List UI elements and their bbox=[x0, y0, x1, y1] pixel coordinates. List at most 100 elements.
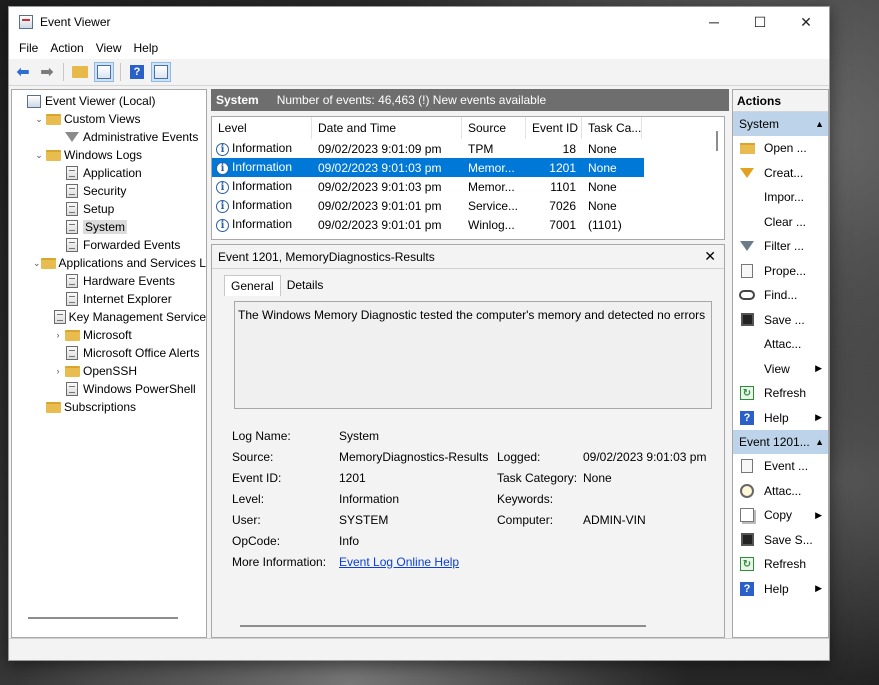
action-label: Help bbox=[764, 581, 789, 596]
action-item[interactable]: Find... bbox=[733, 283, 828, 308]
tree-item[interactable]: ⌄ Applications and Services Lo bbox=[12, 254, 206, 272]
tree-item-label: Forwarded Events bbox=[83, 238, 181, 252]
action-item[interactable]: ↻ Refresh bbox=[733, 381, 828, 406]
log-name-label: Log Name: bbox=[232, 428, 291, 443]
help-icon[interactable]: ? bbox=[127, 62, 147, 82]
table-row[interactable]: i Information 09/02/2023 9:01:01 pm Winlog.… bbox=[212, 215, 724, 234]
action-item[interactable]: Filter ... bbox=[733, 234, 828, 259]
column-header-level[interactable]: Level bbox=[212, 117, 312, 139]
tree-item[interactable]: Administrative Events bbox=[12, 128, 206, 146]
action-label: Help bbox=[764, 410, 789, 425]
action-item[interactable]: Save ... bbox=[733, 308, 828, 333]
tree-item[interactable]: Forwarded Events bbox=[12, 236, 206, 254]
table-row[interactable]: i Information 09/02/2023 9:01:03 pm Memor..… bbox=[212, 177, 724, 196]
maximize-button[interactable]: ☐ bbox=[737, 7, 783, 37]
actions-section-event[interactable]: Event 1201... ▲ bbox=[733, 430, 828, 454]
tree-item-label: Subscriptions bbox=[64, 400, 137, 414]
vertical-scrollbar[interactable] bbox=[716, 131, 718, 151]
tree-item[interactable]: Hardware Events bbox=[12, 272, 206, 290]
table-row[interactable]: i Information 09/02/2023 9:01:01 pm Service… bbox=[212, 196, 724, 215]
collapse-arrow-icon[interactable]: ▲ bbox=[815, 430, 824, 454]
tree-item[interactable]: Application bbox=[12, 164, 206, 182]
table-row[interactable]: i Information 09/02/2023 9:01:09 pm TPM 18 No… bbox=[212, 139, 724, 158]
tree-item-label: Microsoft Office Alerts bbox=[83, 346, 200, 360]
tree-item[interactable]: › Microsoft bbox=[12, 326, 206, 344]
show-hide-action-pane-icon[interactable] bbox=[151, 62, 171, 82]
back-arrow-icon[interactable]: ⬅ bbox=[13, 62, 33, 82]
action-item[interactable]: Prope... bbox=[733, 259, 828, 284]
column-header-source[interactable]: Source bbox=[462, 117, 526, 139]
prop-row: More Information: Event Log Online Help bbox=[232, 551, 713, 572]
expand-chevron-icon[interactable]: › bbox=[52, 330, 64, 340]
opcode-value: Info bbox=[339, 533, 360, 548]
cell-level: i Information bbox=[212, 217, 312, 232]
tree-item[interactable]: Internet Explorer bbox=[12, 290, 206, 308]
menu-action[interactable]: Action bbox=[44, 41, 89, 55]
action-item[interactable]: Impor... bbox=[733, 185, 828, 210]
action-item[interactable]: ? Help ▶ bbox=[733, 577, 828, 602]
menu-view[interactable]: View bbox=[90, 41, 128, 55]
menu-help[interactable]: Help bbox=[128, 41, 165, 55]
expand-chevron-icon[interactable]: ⌄ bbox=[33, 114, 45, 125]
action-item[interactable]: Copy ▶ bbox=[733, 503, 828, 528]
up-folder-icon[interactable] bbox=[70, 62, 90, 82]
log-icon bbox=[64, 274, 80, 288]
column-header-task-category[interactable]: Task Ca... bbox=[582, 117, 642, 139]
tree-item[interactable]: Key Management Service bbox=[12, 308, 206, 326]
action-item[interactable]: Attac... bbox=[733, 479, 828, 504]
log-name-label: System bbox=[216, 93, 259, 107]
filter-icon bbox=[737, 238, 757, 254]
expand-chevron-icon[interactable]: ⌄ bbox=[33, 258, 41, 269]
action-item[interactable]: Save S... bbox=[733, 528, 828, 553]
expand-chevron-icon[interactable]: ⌄ bbox=[33, 150, 45, 161]
table-row[interactable]: i Information 09/02/2023 9:01:03 pm Memor..… bbox=[212, 157, 645, 178]
tree-item[interactable]: ⌄ Custom Views bbox=[12, 110, 206, 128]
tree-item[interactable]: Event Viewer (Local) bbox=[12, 92, 206, 110]
cell-date: 09/02/2023 9:01:09 pm bbox=[318, 141, 442, 156]
filter-create-icon bbox=[737, 165, 757, 181]
information-icon: i bbox=[216, 218, 229, 232]
action-label: Filter ... bbox=[764, 239, 805, 254]
tree-item[interactable]: Windows PowerShell bbox=[12, 380, 206, 398]
tree-item[interactable]: Security bbox=[12, 182, 206, 200]
event-viewer-icon bbox=[26, 94, 42, 108]
minimize-button[interactable]: ─ bbox=[691, 7, 737, 37]
tree-item[interactable]: Microsoft Office Alerts bbox=[12, 344, 206, 362]
information-icon: i bbox=[216, 199, 229, 213]
tab-general[interactable]: General bbox=[224, 275, 281, 296]
event-log-online-help-link[interactable]: Event Log Online Help bbox=[339, 555, 459, 569]
tree-item[interactable]: ⌄ Windows Logs bbox=[12, 146, 206, 164]
action-item[interactable]: Open ... bbox=[733, 136, 828, 161]
action-item[interactable]: Clear ... bbox=[733, 210, 828, 235]
show-hide-console-tree-icon[interactable] bbox=[94, 62, 114, 82]
forward-arrow-icon[interactable]: ➡ bbox=[37, 62, 57, 82]
expand-chevron-icon[interactable]: › bbox=[52, 366, 64, 376]
tree-item[interactable]: › OpenSSH bbox=[12, 362, 206, 380]
action-item[interactable]: Attac... bbox=[733, 332, 828, 357]
logged-label: Logged: bbox=[497, 449, 541, 464]
action-item[interactable]: Creat... bbox=[733, 161, 828, 186]
horizontal-scrollbar[interactable] bbox=[28, 617, 178, 619]
close-detail-icon[interactable]: ✕ bbox=[704, 248, 716, 265]
level-text: Information bbox=[232, 217, 293, 232]
action-item[interactable]: ↻ Refresh bbox=[733, 552, 828, 577]
tree-item[interactable]: Subscriptions bbox=[12, 398, 206, 416]
column-header-event-id[interactable]: Event ID bbox=[526, 117, 582, 139]
close-window-button[interactable]: ✕ bbox=[783, 7, 829, 37]
tab-details[interactable]: Details bbox=[281, 275, 330, 296]
action-item[interactable]: Event ... bbox=[733, 454, 828, 479]
event-description[interactable]: The Windows Memory Diagnostic tested the… bbox=[234, 301, 712, 409]
action-item[interactable]: ? Help ▶ bbox=[733, 406, 828, 431]
actions-section-system[interactable]: System ▲ bbox=[733, 112, 828, 136]
action-item[interactable]: View ▶ bbox=[733, 357, 828, 382]
collapse-arrow-icon[interactable]: ▲ bbox=[815, 112, 824, 136]
toolbar-separator bbox=[63, 63, 64, 81]
column-header-date[interactable]: Date and Time bbox=[312, 117, 462, 139]
menu-file[interactable]: File bbox=[13, 41, 44, 55]
horizontal-scrollbar[interactable] bbox=[240, 625, 646, 627]
title-bar[interactable]: Event Viewer ─ ☐ ✕ bbox=[9, 7, 829, 37]
cell-event-id: 7026 bbox=[549, 198, 576, 213]
actions-list-event: Event ... Attac... Copy ▶ Save S... ↻ Refresh?… bbox=[733, 454, 828, 601]
tree-item[interactable]: System bbox=[12, 218, 206, 236]
tree-item[interactable]: Setup bbox=[12, 200, 206, 218]
